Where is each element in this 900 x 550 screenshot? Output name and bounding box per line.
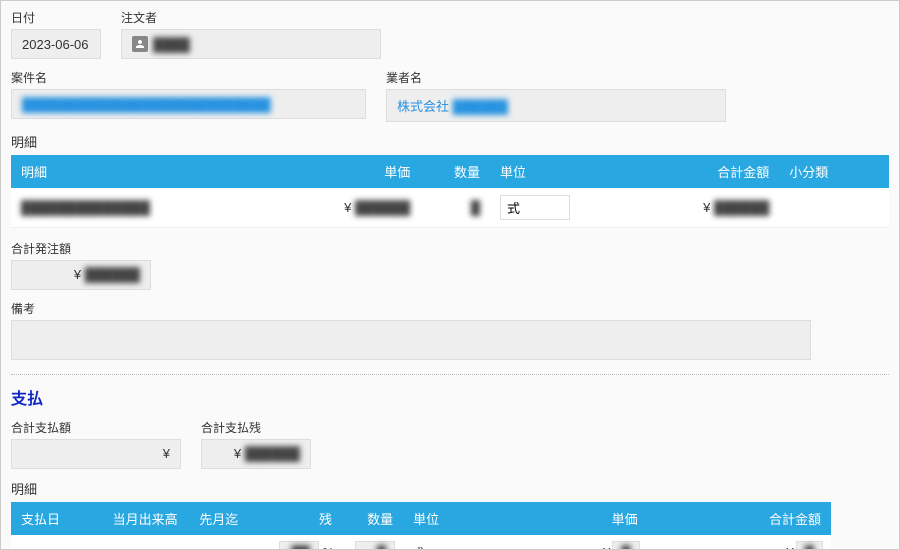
detail-section-label: 明細	[11, 132, 889, 151]
th-subcat: 小分類	[779, 155, 889, 188]
vendor-value-box: 株式会社 ██████	[386, 89, 726, 122]
orderer-field: 注文者 ████	[121, 9, 381, 59]
yen-symbol: ¥	[74, 267, 81, 282]
total-order-value: ██████	[85, 267, 140, 282]
yen-symbol: ¥	[787, 545, 794, 550]
yen-symbol: ¥	[234, 446, 241, 461]
detail-name-value: ██████████████	[21, 200, 150, 215]
cell-pay-unit: 式	[403, 535, 484, 550]
remarks-box	[11, 320, 811, 360]
cell-this-month	[103, 535, 190, 550]
date-label: 日付	[11, 9, 101, 26]
yen-symbol: ¥	[603, 545, 610, 550]
cell-subcat	[779, 188, 889, 228]
section-divider	[11, 374, 889, 375]
table-row: ██████████████ ¥ ██████ █ ¥ ██████	[11, 188, 889, 228]
th-pay-qty: 数量	[342, 502, 403, 535]
th-pay-unit-price: 単価	[485, 502, 648, 535]
table-row: ██ % █ 式 ¥ █	[11, 535, 831, 550]
order-detail-page: 日付 2023-06-06 注文者 ████ 案件名 █████████████…	[0, 0, 900, 550]
unit-input[interactable]	[500, 195, 570, 220]
date-value-box: 2023-06-06	[11, 29, 101, 59]
th-this-month: 当月出来高	[103, 502, 190, 535]
person-icon	[132, 36, 148, 52]
yen-symbol: ¥	[703, 200, 710, 215]
yen-symbol: ¥	[344, 200, 351, 215]
remain-value-box: ██	[279, 541, 319, 550]
pay-detail-label: 明細	[11, 479, 889, 498]
header-row: 日付 2023-06-06 注文者 ████	[11, 9, 889, 59]
payment-totals-row: 合計支払額 ¥ 合計支払残 ¥ ██████	[11, 419, 889, 469]
pay-unit-price-box: █	[612, 541, 639, 550]
pay-total-value: █	[805, 545, 814, 550]
cell-unit	[490, 188, 580, 228]
th-unit-price: 単価	[251, 155, 421, 188]
project-field: 案件名 ███████████████████████████	[11, 69, 366, 122]
orderer-name: ████	[153, 37, 190, 52]
total-paid-box: ¥	[11, 439, 181, 469]
th-last-month: 先月迄	[189, 502, 260, 535]
th-qty: 数量	[420, 155, 490, 188]
total-order-field: 合計発注額 ¥ ██████	[11, 240, 151, 290]
th-pay-unit: 単位	[403, 502, 484, 535]
project-link[interactable]: ███████████████████████████	[22, 97, 271, 112]
vendor-name-blur: ██████	[453, 99, 508, 114]
cell-total: ¥ ██████	[580, 188, 779, 228]
date-field: 日付 2023-06-06	[11, 9, 101, 59]
th-pay-date: 支払日	[11, 502, 103, 535]
vendor-prefix: 株式会社	[397, 99, 449, 114]
cell-last-month	[189, 535, 260, 550]
cell-name: ██████████████	[11, 188, 251, 228]
date-value: 2023-06-06	[22, 37, 89, 52]
orderer-value-box: ████	[121, 29, 381, 59]
remain-value: ██	[291, 545, 309, 550]
percent-symbol: %	[322, 545, 334, 550]
cell-remain: ██ %	[261, 535, 342, 550]
total-order-box: ¥ ██████	[11, 260, 151, 290]
payment-table: 支払日 当月出来高 先月迄 残 数量 単位 単価 合計金額 ██ %	[11, 502, 831, 550]
detail-header-row: 明細 単価 数量 単位 合計金額 小分類	[11, 155, 889, 188]
total-order-row: 合計発注額 ¥ ██████	[11, 240, 889, 290]
total-remaining-box: ¥ ██████	[201, 439, 311, 469]
th-unit: 単位	[490, 155, 580, 188]
pay-qty-box: █	[355, 541, 395, 550]
th-remain: 残	[261, 502, 342, 535]
pay-header-row: 支払日 当月出来高 先月迄 残 数量 単位 単価 合計金額	[11, 502, 831, 535]
pay-qty-value: █	[377, 545, 386, 550]
remarks-field: 備考	[11, 300, 889, 360]
total-paid-label: 合計支払額	[11, 419, 181, 436]
vendor-field: 業者名 株式会社 ██████	[386, 69, 726, 122]
th-name: 明細	[11, 155, 251, 188]
detail-table: 明細 単価 数量 単位 合計金額 小分類 ██████████████ ¥ ██…	[11, 155, 889, 228]
yen-symbol: ¥	[163, 446, 170, 461]
vendor-label: 業者名	[386, 69, 726, 86]
total-remaining-value: ██████	[245, 446, 300, 461]
cell-pay-unit-price: ¥ █	[485, 535, 648, 550]
cell-pay-date	[11, 535, 103, 550]
qty-value: █	[471, 200, 480, 215]
cell-unit-price: ¥ ██████	[251, 188, 421, 228]
cell-pay-total: ¥ █	[648, 535, 831, 550]
th-pay-total: 合計金額	[648, 502, 831, 535]
total-remaining-label: 合計支払残	[201, 419, 311, 436]
th-total: 合計金額	[580, 155, 779, 188]
names-row: 案件名 ███████████████████████████ 業者名 株式会社…	[11, 69, 889, 122]
unit-price-value: ██████	[355, 200, 410, 215]
vendor-link[interactable]: 株式会社 ██████	[397, 96, 508, 115]
orderer-label: 注文者	[121, 9, 381, 26]
project-value-box: ███████████████████████████	[11, 89, 366, 119]
cell-qty: █	[420, 188, 490, 228]
pay-unit-price-value: █	[621, 545, 630, 550]
cell-pay-qty: █	[342, 535, 403, 550]
total-remaining-field: 合計支払残 ¥ ██████	[201, 419, 311, 469]
remarks-label: 備考	[11, 300, 889, 317]
project-label: 案件名	[11, 69, 366, 86]
payment-section-title: 支払	[11, 385, 889, 409]
total-paid-field: 合計支払額 ¥	[11, 419, 181, 469]
pay-total-box: █	[796, 541, 823, 550]
total-order-label: 合計発注額	[11, 240, 151, 257]
total-value: ██████	[714, 200, 769, 215]
